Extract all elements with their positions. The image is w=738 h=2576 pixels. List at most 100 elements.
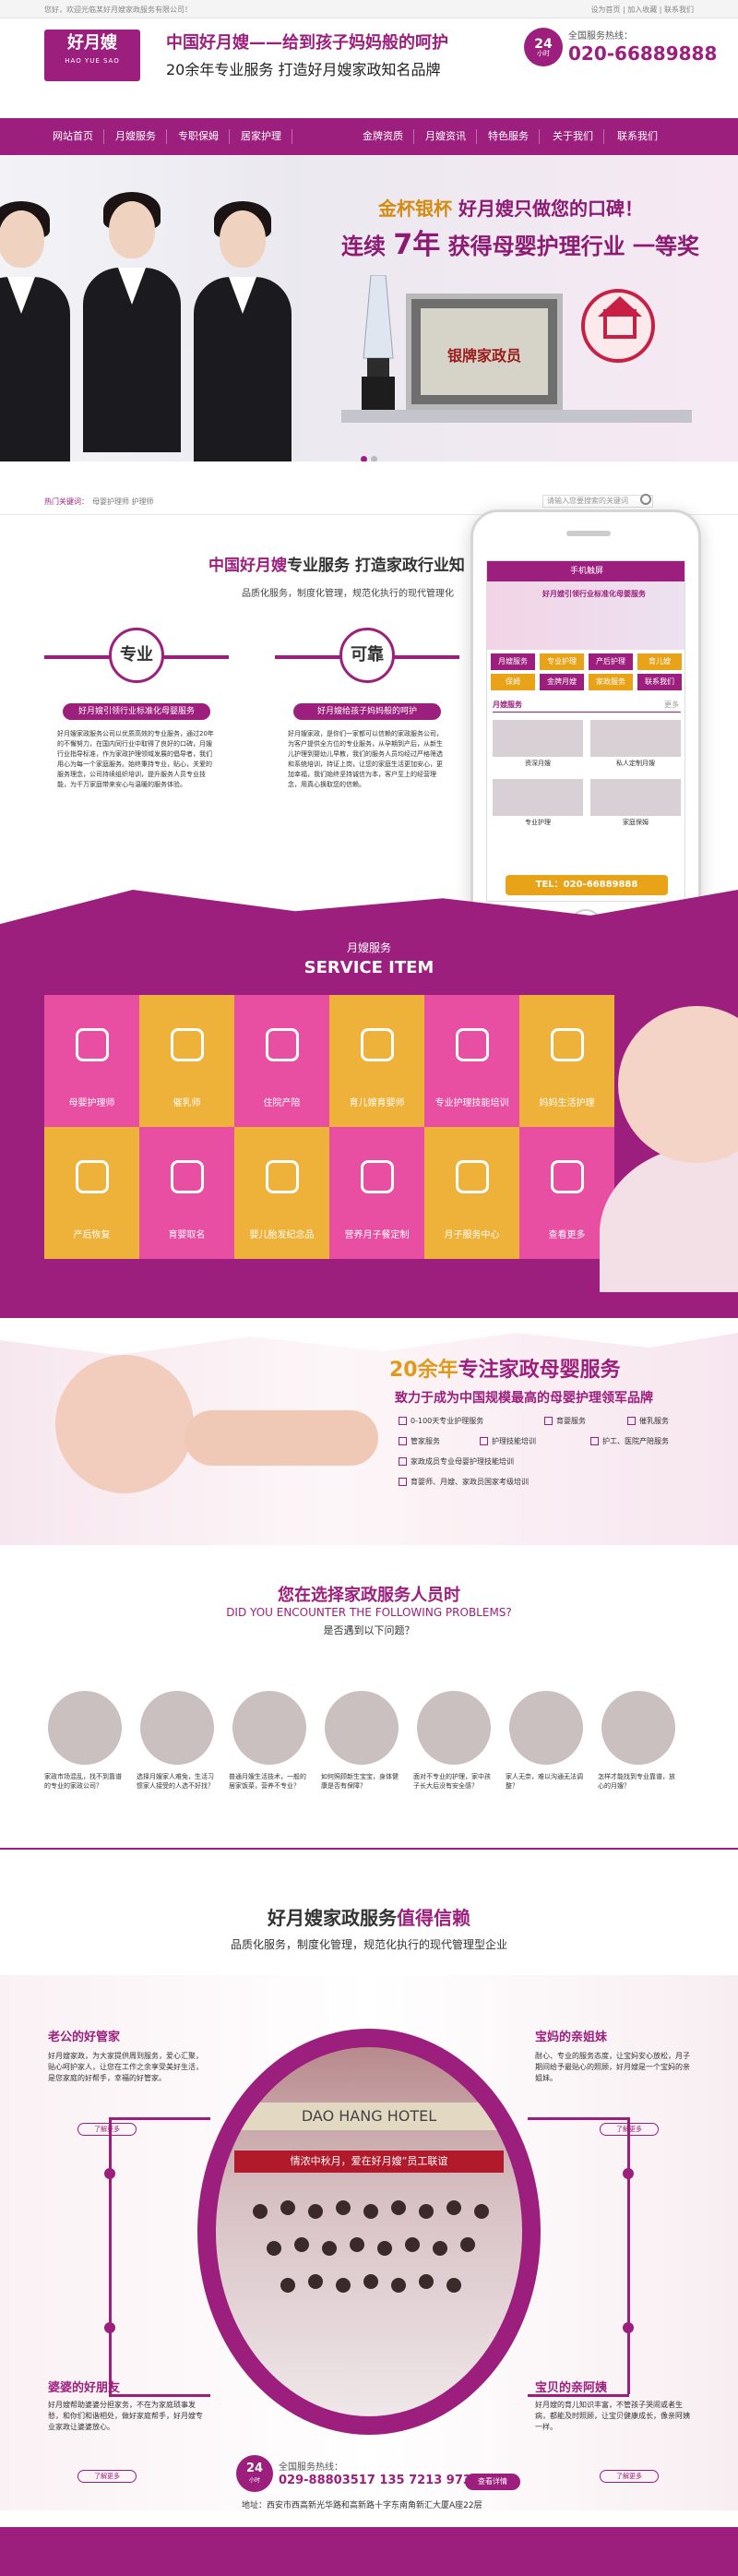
nav-item-news[interactable]: 月嫂资讯 xyxy=(417,118,474,155)
mobile-nav-button[interactable]: 产后护理 xyxy=(589,653,633,670)
carousel-dot[interactable] xyxy=(371,456,377,461)
crowd-person xyxy=(391,2278,406,2293)
trust-block-title: 婆婆的好朋友 xyxy=(48,2381,121,2395)
learn-more-button[interactable]: 了解更多 xyxy=(600,2123,659,2136)
service-tile[interactable]: 婴儿胎发纪念品 xyxy=(234,1127,329,1259)
problems-title-en: DID YOU ENCOUNTER THE FOLLOWING PROBLEMS… xyxy=(226,1606,512,1619)
pro-list-item: 育婴服务 xyxy=(544,1416,586,1426)
mobile-nav-button[interactable]: 联系我们 xyxy=(637,674,682,690)
mobile-caption: 专业护理 xyxy=(525,819,551,826)
trust-block-text: 好月嫂帮助婆婆分担家务，不在为家庭琐事发愁，和你们和谐相处，做好家庭帮手，好月嫂… xyxy=(48,2401,203,2431)
crowd-person xyxy=(322,2241,337,2256)
problem-text: 如何照顾新生宝宝，身体健康是否有保障？ xyxy=(321,1773,399,1790)
mobile-photo[interactable] xyxy=(493,779,583,816)
service-tile[interactable]: 月子服务中心 xyxy=(424,1127,519,1259)
crowd-person xyxy=(267,2241,281,2256)
service-label: 住院产陪 xyxy=(263,1098,301,1108)
service-tile[interactable]: 育儿嫂育婴师 xyxy=(329,995,424,1127)
hero-banner[interactable]: 金杯银杯 好月嫂只做您的口碑！ 连续 7年 获得母婴护理行业 一等奖 银牌家政员 xyxy=(0,155,738,461)
carousel-dot[interactable] xyxy=(361,456,367,461)
connector-dot xyxy=(104,2168,115,2179)
nav-item-credentials[interactable]: 金牌资质 xyxy=(354,118,411,155)
mobile-nav-button[interactable]: 专业护理 xyxy=(540,653,584,670)
pro-list-item: 育婴师、月嫂、家政员国家考级培训 xyxy=(399,1477,529,1487)
service-tile[interactable]: 育婴取名 xyxy=(139,1127,234,1259)
learn-more-button[interactable]: 了解更多 xyxy=(600,2470,659,2483)
intro-card-reliable: 可靠 好月嫂给孩子妈妈般的呵护 好月嫂家政，是你们一家都可以信赖的家政服务公司，… xyxy=(275,628,459,879)
service-tile[interactable]: 专业护理技能培训 xyxy=(424,995,519,1127)
hot-keywords[interactable]: 母婴护理师 护理师 xyxy=(92,497,154,507)
crowd-person xyxy=(474,2204,489,2219)
crowd-person xyxy=(446,2278,461,2293)
nav-item-about[interactable]: 关于我们 xyxy=(544,118,601,155)
nav-divider xyxy=(413,129,414,144)
mobile-banner: 好月嫂引领行业标准化母婴服务 xyxy=(487,581,684,650)
logo[interactable]: 好月嫂 HAO YUE SAO xyxy=(44,30,140,81)
service-title-en: SERVICE ITEM xyxy=(304,958,434,977)
service-label: 产后恢复 xyxy=(73,1230,111,1240)
intro-subtitle: 品质化服务，制度化管理，规范化执行的现代管理化 xyxy=(242,589,454,599)
logo-text: 好月嫂 xyxy=(67,33,117,53)
hotel-sign: DAO HANG HOTEL xyxy=(216,2103,522,2130)
team-photo: DAO HANG HOTEL 情浓中秋月，爱在好月嫂”员工联谊 xyxy=(216,2047,522,2416)
nav-item-contact[interactable]: 联系我们 xyxy=(609,118,666,155)
mother-icon xyxy=(171,1028,204,1061)
service-label: 专业护理技能培训 xyxy=(434,1098,509,1108)
intro-card-professional: 专业 好月嫂引领行业标准化母婴服务 好月嫂家政服务公司以优质高效的专业服务，通过… xyxy=(44,628,229,879)
crowd-person xyxy=(253,2204,268,2219)
mobile-nav-button[interactable]: 保姆 xyxy=(491,674,535,690)
display-stand xyxy=(341,410,692,423)
problem-item: 如何照顾新生宝宝，身体健康是否有保障？ xyxy=(321,1691,402,1791)
pro-list-item: 管家服务 xyxy=(399,1436,440,1446)
nav-divider xyxy=(539,129,540,144)
service-tile[interactable]: 营养月子餐定制 xyxy=(329,1127,424,1259)
banner-award-line: 连续 7年 获得母婴护理行业 一等奖 xyxy=(341,222,699,262)
search-input[interactable]: 请输入您要搜索的关键词 xyxy=(542,495,653,508)
service-label: 母婴护理师 xyxy=(68,1098,115,1108)
trophy-icon xyxy=(362,275,395,413)
nav-item-nanny[interactable]: 专职保姆 xyxy=(170,118,227,155)
trust-title: 好月嫂家政服务值得信赖 xyxy=(0,1903,738,1930)
service-tile[interactable]: 住院产陪 xyxy=(234,995,329,1127)
learn-more-button[interactable]: 了解更多 xyxy=(77,2123,137,2136)
mobile-banner-text: 好月嫂引领行业标准化母婴服务 xyxy=(542,590,646,598)
problem-item: 怎样才能找到专业靠谱，放心的月嫂？ xyxy=(598,1691,679,1791)
details-button[interactable]: 查看详情 xyxy=(465,2474,520,2490)
service-tile[interactable]: 催乳师 xyxy=(139,995,234,1127)
service-tile[interactable]: 产后恢复 xyxy=(44,1127,139,1259)
top-links[interactable]: 设为首页 | 加入收藏 | 联系我们 xyxy=(590,5,694,15)
connector-line xyxy=(109,2394,210,2397)
banner-award-years: 7年 xyxy=(393,229,441,261)
mobile-nav-button[interactable]: 家政服务 xyxy=(589,674,633,690)
service-label: 营养月子餐定制 xyxy=(344,1230,410,1240)
mobile-photo[interactable] xyxy=(590,720,681,757)
problem-photo xyxy=(417,1691,491,1765)
mobile-nav-button[interactable]: 金牌月嫂 xyxy=(540,674,584,690)
mobile-nav-button[interactable]: 月嫂服务 xyxy=(491,653,535,670)
nav-item-home[interactable]: 网站首页 xyxy=(44,118,101,155)
mobile-more-link[interactable]: 更多 xyxy=(664,700,679,710)
crowd-person xyxy=(377,2241,392,2256)
nav-item-special[interactable]: 特色服务 xyxy=(480,118,537,155)
learn-more-button[interactable]: 了解更多 xyxy=(77,2470,137,2483)
crowd-person xyxy=(363,2204,378,2219)
mobile-nav-button[interactable]: 育儿嫂 xyxy=(637,653,682,670)
mobile-photo[interactable] xyxy=(590,779,681,816)
search-icon[interactable] xyxy=(640,494,651,505)
training-icon xyxy=(456,1028,489,1061)
nav-item-homecare[interactable]: 居家护理 xyxy=(232,118,290,155)
trust-block-text: 好月嫂的育儿知识丰富，不管孩子哭闹或者生病，都能及时照顾，让宝贝健康成长，像亲阿… xyxy=(535,2401,690,2431)
crowd-person xyxy=(280,2200,295,2215)
nav-divider xyxy=(229,129,230,144)
service-tile[interactable]: 母婴护理师 xyxy=(44,995,139,1127)
mobile-caption: 私人定制月嫂 xyxy=(616,760,655,767)
staff-photo xyxy=(188,194,297,461)
mobile-tel-button[interactable]: TEL：020-66889888 xyxy=(506,875,668,895)
nurse-icon xyxy=(76,1028,109,1061)
trust-block-text: 好月嫂家政，为大家提供周到服务，爱心汇聚，贴心呵护家人，让您在工作之余享受美好生… xyxy=(48,2052,203,2082)
service-label: 月子服务中心 xyxy=(444,1230,500,1240)
crowd-person xyxy=(433,2241,447,2256)
hotline-label: 全国服务热线： xyxy=(568,31,633,42)
mobile-photo[interactable] xyxy=(493,720,583,757)
nav-item-maternity[interactable]: 月嫂服务 xyxy=(107,118,164,155)
